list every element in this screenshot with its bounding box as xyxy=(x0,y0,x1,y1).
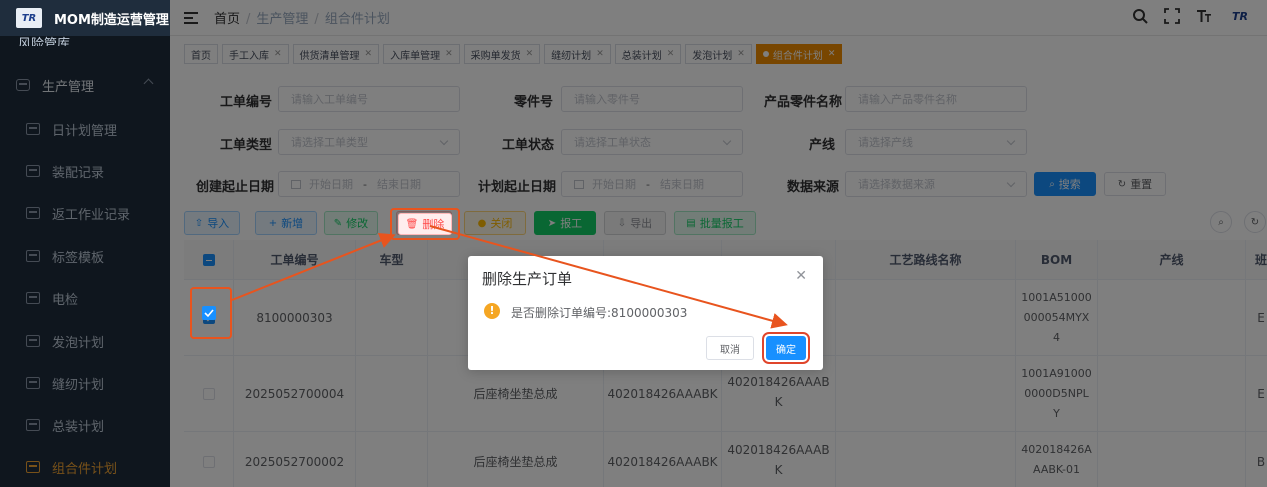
delete-button-focus[interactable]: 🗑 删除 xyxy=(398,213,452,235)
cancel-button[interactable]: 取消 xyxy=(706,336,754,360)
close-icon[interactable]: ✕ xyxy=(795,268,807,284)
delete-dialog: 删除生产订单 ✕ ! 是否删除订单编号:8100000303 取消 确定 xyxy=(468,256,823,370)
app-title: MOM制造运营管理 xyxy=(54,12,169,28)
confirm-button[interactable]: 确定 xyxy=(762,332,810,364)
modal-overlay[interactable] xyxy=(0,0,1267,487)
dialog-message: 是否删除订单编号:8100000303 xyxy=(511,306,688,320)
warning-icon: ! xyxy=(484,303,500,319)
trash-icon: 🗑 xyxy=(405,218,419,230)
highlighted-checkbox[interactable] xyxy=(202,306,216,320)
app-header: TR MOM制造运营管理 xyxy=(0,0,170,36)
button-label: 删除 xyxy=(422,218,445,231)
dialog-title: 删除生产订单 xyxy=(482,270,573,288)
app-logo: TR xyxy=(16,8,42,28)
